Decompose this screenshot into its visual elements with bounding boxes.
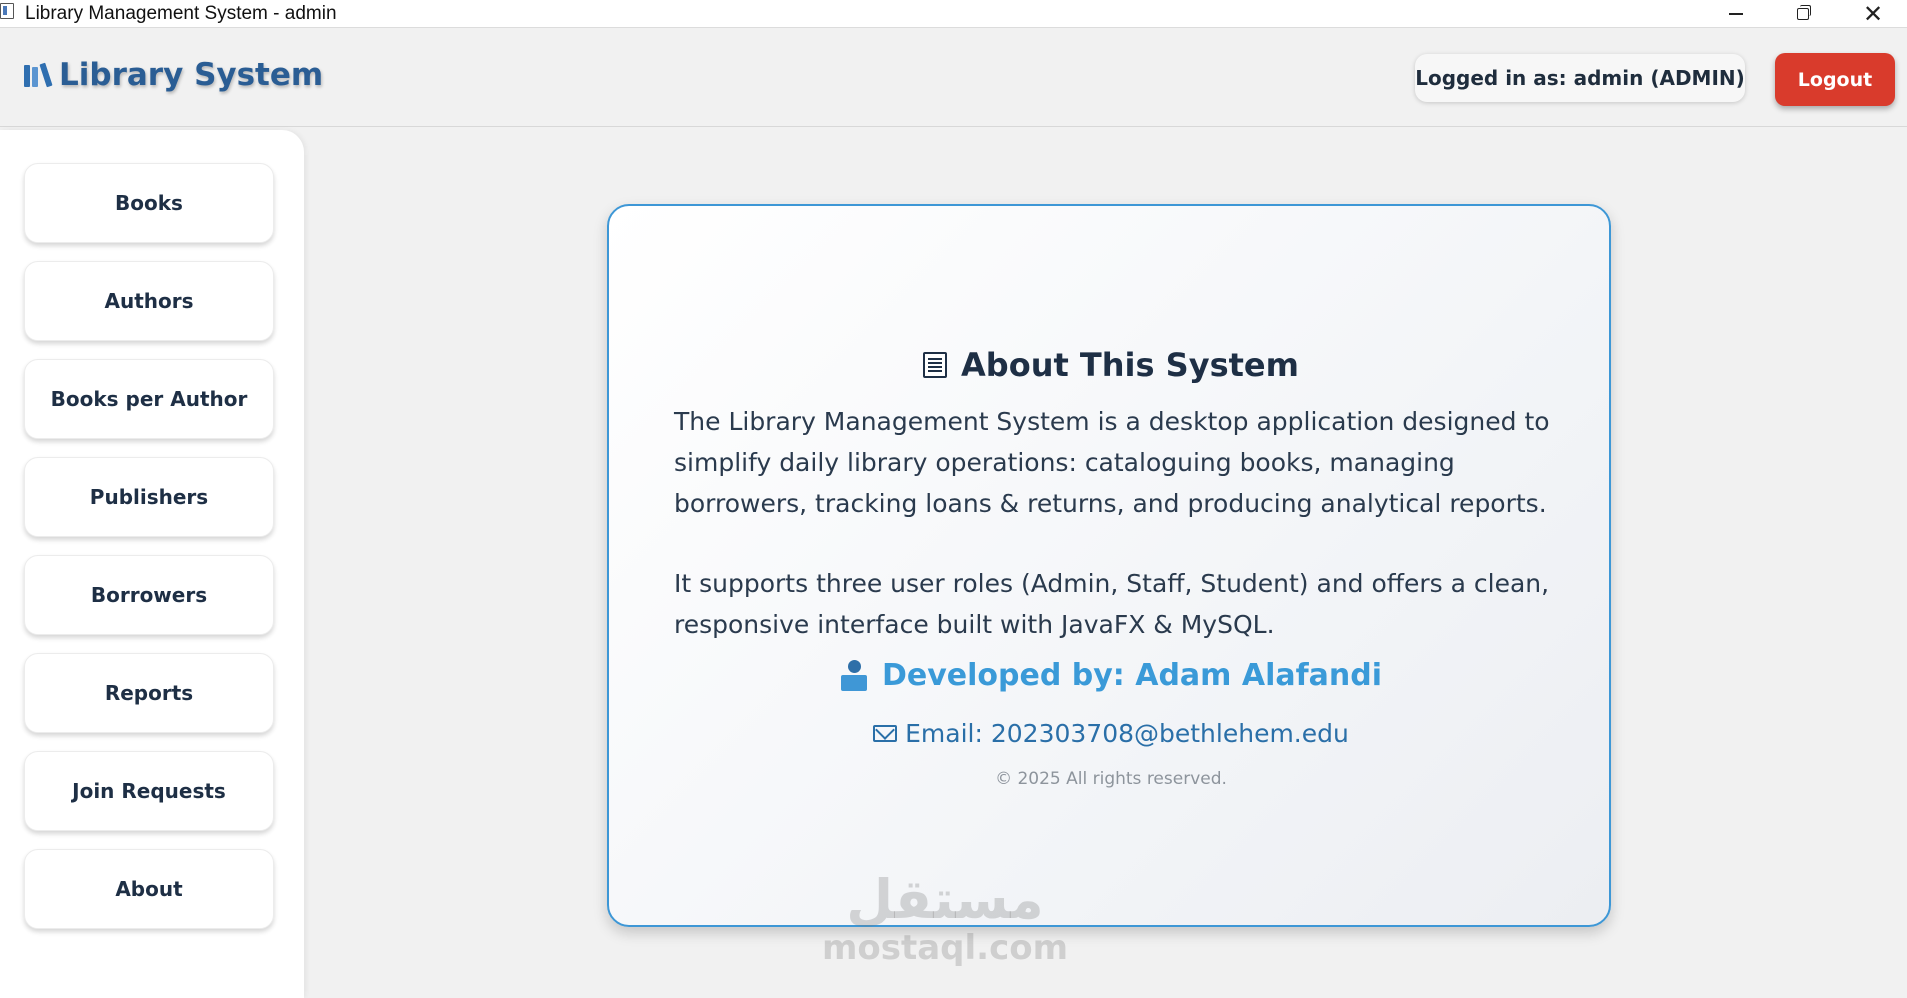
email-icon [873,725,898,742]
developer-credit: Developed by: Adam Alafandi [609,658,1613,693]
brand-title: Library System [59,57,324,93]
sidebar-item-publishers[interactable]: Publishers [24,457,274,537]
restore-icon [1797,5,1811,20]
logout-button[interactable]: Logout [1775,53,1895,106]
brand: Library System [24,57,323,93]
developer-email: Email: 202303708@bethlehem.edu [609,719,1613,748]
close-icon: ✕ [1862,0,1884,28]
sidebar-item-join-requests[interactable]: Join Requests [24,751,274,831]
sidebar-item-books[interactable]: Books [24,163,274,243]
about-description: The Library Management System is a deskt… [674,407,1550,518]
document-icon [923,352,948,378]
sidebar-item-authors[interactable]: Authors [24,261,274,341]
about-title: About This System [961,346,1299,384]
email-text: Email: 202303708@bethlehem.edu [905,719,1349,748]
developer-icon [840,659,868,692]
sidebar-item-borrowers[interactable]: Borrowers [24,555,274,635]
window-titlebar: Library Management System - admin ✕ [0,0,1907,28]
close-button[interactable]: ✕ [1843,0,1903,28]
sidebar-item-reports[interactable]: Reports [24,653,274,733]
minimize-button[interactable] [1706,0,1766,28]
sidebar-item-books-per-author[interactable]: Books per Author [24,359,274,439]
minimize-icon [1729,13,1743,15]
logged-in-user-badge: Logged in as: admin (ADMIN) [1415,54,1745,102]
watermark-latin: mostaql.com [821,928,1069,968]
app-window-icon [0,3,14,19]
developer-name: Developed by: Adam Alafandi [881,658,1383,693]
sidebar: Books Authors Books per Author Publisher… [0,130,304,998]
window-title: Library Management System - admin [25,3,337,24]
about-card: About This System The Library Management… [607,204,1611,927]
restore-button[interactable] [1773,0,1833,28]
about-roles-description: It supports three user roles (Admin, Sta… [674,569,1550,639]
books-icon [24,62,53,88]
sidebar-item-about[interactable]: About [24,849,274,929]
app-header: Library System Logged in as: admin (ADMI… [0,29,1907,127]
about-heading: About This System [609,346,1613,384]
copyright-notice: © 2025 All rights reserved. [995,769,1227,789]
